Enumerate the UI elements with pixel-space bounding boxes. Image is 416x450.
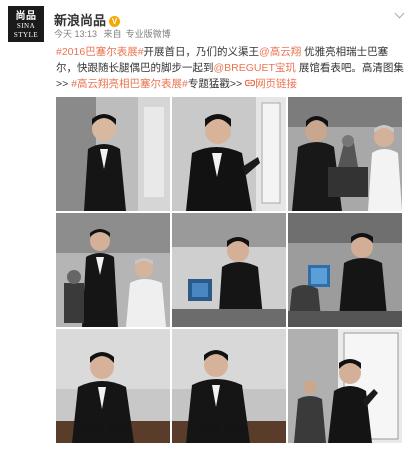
mention-link[interactable]: @BREGUET宝玑 xyxy=(214,62,296,74)
post-header: 尚品 SINA STYLE 新浪尚品 V 今天 13:13 来自 专业版微博 xyxy=(8,6,408,42)
photo-1[interactable] xyxy=(56,97,170,211)
photo-5[interactable] xyxy=(172,213,286,327)
topic-link[interactable]: 专题猛戳>> xyxy=(188,78,242,90)
photo-9[interactable] xyxy=(288,329,402,443)
photo-8[interactable] xyxy=(172,329,286,443)
post-text-part: 开展首日，乃们的义渠王 xyxy=(143,46,260,58)
photo-6[interactable] xyxy=(288,213,402,327)
source-prefix: 来自 xyxy=(103,29,122,39)
avatar[interactable]: 尚品 SINA STYLE xyxy=(8,6,44,42)
photo-grid xyxy=(56,97,402,447)
hashtag-link[interactable]: #2016巴塞尔表展# xyxy=(56,46,144,58)
post-meta: 今天 13:13 来自 专业版微博 xyxy=(54,27,175,40)
photo-2[interactable] xyxy=(172,97,286,211)
webpage-link[interactable]: 网页链接 xyxy=(244,78,297,90)
verified-badge-icon: V xyxy=(109,16,121,27)
post-time[interactable]: 今天 13:13 xyxy=(54,29,97,39)
post-source[interactable]: 专业版微博 xyxy=(126,29,171,39)
post-text: #2016巴塞尔表展#开展首日，乃们的义渠王@高云翔 优雅亮相瑞士巴塞尔，快跟随… xyxy=(56,44,406,92)
hashtag-link[interactable]: #高云翔亮相巴塞尔表展# xyxy=(71,78,188,90)
chevron-down-icon[interactable] xyxy=(394,8,406,20)
photo-7[interactable] xyxy=(56,329,170,443)
photo-4[interactable] xyxy=(56,213,170,327)
mention-link[interactable]: @高云翔 xyxy=(259,46,301,58)
photo-3[interactable] xyxy=(288,97,402,211)
link-icon xyxy=(244,79,256,87)
